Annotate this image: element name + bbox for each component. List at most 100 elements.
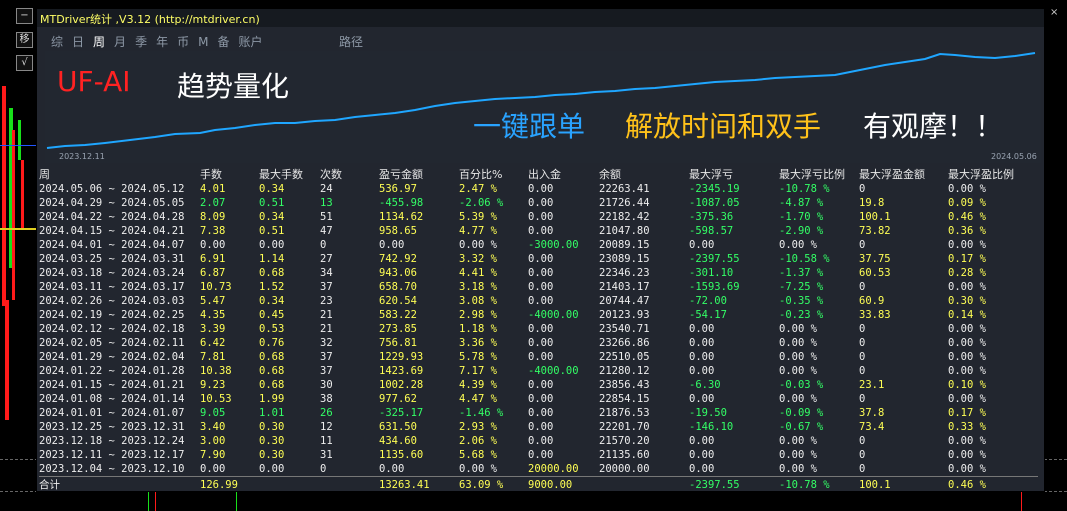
cell-week: 2024.03.11 ~ 2024.03.17 — [39, 281, 185, 293]
table-row[interactable]: 2024.02.26 ~ 2024.03.03 5.47 0.34 23 620.54 3… — [39, 294, 1038, 308]
moving-average-line — [0, 145, 36, 146]
table-row[interactable]: 2024.02.12 ~ 2024.02.18 3.39 0.53 21 273.85 1… — [39, 322, 1038, 336]
cell-max-drawdown: 0.00 — [689, 323, 715, 335]
cell-max-drawdown-pct: -0.03 % — [779, 379, 824, 391]
cell-max-floating-profit-pct: 0.17 % — [948, 253, 986, 265]
window-close-icon[interactable]: × — [1050, 7, 1058, 18]
cell-balance: 23089.15 — [599, 253, 650, 265]
cell-lots: 7.38 — [200, 225, 226, 237]
cell-percent: 0.00 % — [459, 463, 497, 475]
table-row[interactable]: 2024.03.11 ~ 2024.03.17 10.73 1.52 37 658.70… — [39, 280, 1038, 294]
cell-max-drawdown: 0.00 — [689, 351, 715, 363]
cell-max-floating-profit-pct: 0.09 % — [948, 197, 986, 209]
table-row[interactable]: 2023.12.04 ~ 2023.12.10 0.00 0.00 0 0.00 0.00… — [39, 462, 1038, 477]
table-row[interactable]: 2024.03.18 ~ 2024.03.24 6.87 0.68 34 943.06 4… — [39, 266, 1038, 280]
table-row[interactable]: 2024.03.25 ~ 2024.03.31 6.91 1.14 27 742.92 3… — [39, 252, 1038, 266]
cell-max-drawdown: -54.17 — [689, 309, 727, 321]
cell-profit: 977.62 — [379, 393, 417, 405]
table-total-row[interactable]: 合计 126.99 13263.41 63.09 % 9000.00 -2397.55 -1… — [39, 476, 1038, 492]
table-row[interactable]: 2023.12.11 ~ 2023.12.17 7.90 0.30 31 1135.60… — [39, 448, 1038, 462]
table-row[interactable]: 2024.01.08 ~ 2024.01.14 10.53 1.99 38 977.62… — [39, 392, 1038, 406]
slogan-observe: 有观摩！！ — [863, 110, 1004, 143]
cell-max-drawdown-pct: 0.00 % — [779, 393, 817, 405]
cell-week: 2023.12.11 ~ 2023.12.17 — [39, 449, 185, 461]
cell-week: 2024.03.18 ~ 2024.03.24 — [39, 267, 185, 279]
cell-max-drawdown-pct: 0.00 % — [779, 463, 817, 475]
cell-balance: 22201.70 — [599, 421, 650, 433]
tab-currency[interactable]: 币 — [177, 35, 189, 49]
col-balance[interactable]: 余额 — [599, 166, 689, 182]
cell-deposit: 0.00 — [528, 449, 554, 461]
cell-lots: 126.99 — [200, 476, 259, 492]
cell-max-drawdown: 0.00 — [689, 337, 715, 349]
cell-max-floating-profit: 37.8 — [859, 407, 885, 419]
check-button[interactable]: √ — [16, 55, 33, 71]
table-row[interactable]: 2024.01.15 ~ 2024.01.21 9.23 0.68 30 1002.28… — [39, 378, 1038, 392]
tab-path[interactable]: 路径 — [339, 33, 363, 50]
cell-balance: 21280.12 — [599, 365, 650, 377]
cell-lots: 3.40 — [200, 421, 226, 433]
cell-max-drawdown-pct: -0.09 % — [779, 407, 824, 419]
cell-max-floating-profit: 0 — [859, 463, 866, 475]
cell-max-drawdown: -301.10 — [689, 267, 734, 279]
tab-magic[interactable]: M — [198, 35, 208, 49]
window-titlebar[interactable]: MTDriver统计 ,V3.12 (http://mtdriver.cn) — [37, 9, 1044, 27]
tab-week[interactable]: 周 — [93, 35, 105, 49]
candle-bar — [21, 160, 24, 230]
tab-account[interactable]: 账户 — [238, 35, 262, 49]
cell-deposit: 9000.00 — [528, 476, 599, 492]
tab-day[interactable]: 日 — [72, 35, 84, 49]
cell-max-lots: 0.68 — [259, 365, 285, 377]
tab-quarter[interactable]: 季 — [135, 35, 147, 49]
cell-max-lots: 0.34 — [259, 211, 285, 223]
cell-max-floating-profit-pct: 0.36 % — [948, 225, 986, 237]
table-row[interactable]: 2024.04.29 ~ 2024.05.05 2.07 0.51 13 -455.98… — [39, 196, 1038, 210]
minimize-button[interactable]: − — [16, 8, 33, 24]
cell-deposit: -4000.00 — [528, 365, 579, 377]
col-week[interactable]: 周 — [39, 166, 200, 182]
col-max-floating-profit-pct[interactable]: 最大浮盈比例 — [948, 166, 1038, 182]
table-row[interactable]: 2024.04.22 ~ 2024.04.28 8.09 0.34 51 1134.62… — [39, 210, 1038, 224]
cell-percent: -2.06 % — [459, 197, 504, 209]
tab-month[interactable]: 月 — [114, 35, 126, 49]
table-row[interactable]: 2024.02.05 ~ 2024.02.11 6.42 0.76 32 756.81 3… — [39, 336, 1038, 350]
cell-percent: 5.39 % — [459, 211, 497, 223]
cell-trades: 27 — [320, 253, 333, 265]
col-max-drawdown-pct[interactable]: 最大浮亏比例 — [779, 166, 859, 182]
col-trades[interactable]: 次数 — [320, 166, 379, 182]
table-row[interactable]: 2024.01.29 ~ 2024.02.04 7.81 0.68 37 1229.93… — [39, 350, 1038, 364]
col-max-floating-profit[interactable]: 最大浮盈金额 — [859, 166, 948, 182]
table-row[interactable]: 2024.02.19 ~ 2024.02.25 4.35 0.45 21 583.22 2… — [39, 308, 1038, 322]
table-row[interactable]: 2023.12.18 ~ 2023.12.24 3.00 0.30 11 434.60 2… — [39, 434, 1038, 448]
cell-max-floating-profit: 23.1 — [859, 379, 885, 391]
cell-max-drawdown-pct: -2.90 % — [779, 225, 824, 237]
col-max-drawdown[interactable]: 最大浮亏 — [689, 166, 779, 182]
table-row[interactable]: 2023.12.25 ~ 2023.12.31 3.40 0.30 12 631.50 2… — [39, 420, 1038, 434]
cell-max-floating-profit-pct: 0.17 % — [948, 407, 986, 419]
table-row[interactable]: 2024.04.15 ~ 2024.04.21 7.38 0.51 47 958.65 4… — [39, 224, 1038, 238]
table-row[interactable]: 2024.01.22 ~ 2024.01.28 10.38 0.68 37 1423.6… — [39, 364, 1038, 378]
col-percent[interactable]: 百分比% — [459, 166, 528, 182]
tab-year[interactable]: 年 — [156, 35, 168, 49]
table-row[interactable]: 2024.05.06 ~ 2024.05.12 4.01 0.34 24 536.97 2… — [39, 182, 1038, 196]
cell-deposit: 0.00 — [528, 351, 554, 363]
cell-profit: 273.85 — [379, 323, 417, 335]
slogan-free-time: 解放时间和双手 — [625, 110, 822, 143]
col-profit[interactable]: 盈亏金额 — [379, 166, 459, 182]
move-button[interactable]: 移 — [16, 32, 33, 48]
col-deposit[interactable]: 出入金 — [528, 166, 599, 182]
cell-profit: 756.81 — [379, 337, 417, 349]
tab-summary[interactable]: 综 — [51, 35, 63, 49]
cell-profit: 1134.62 — [379, 211, 424, 223]
cell-profit: -325.17 — [379, 407, 424, 419]
cell-max-floating-profit-pct: 0.00 % — [948, 239, 986, 251]
col-lots[interactable]: 手数 — [200, 166, 259, 182]
cell-max-lots: 0.45 — [259, 309, 285, 321]
window-title: MTDriver统计 ,V3.12 (http://mtdriver.cn) — [40, 13, 260, 26]
table-row[interactable]: 2024.04.01 ~ 2024.04.07 0.00 0.00 0 0.00 0.00… — [39, 238, 1038, 252]
col-max-lots[interactable]: 最大手数 — [259, 166, 320, 182]
tab-note[interactable]: 备 — [217, 35, 229, 49]
table-row[interactable]: 2024.01.01 ~ 2024.01.07 9.05 1.01 26 -325.17… — [39, 406, 1038, 420]
cell-balance: 21876.53 — [599, 407, 650, 419]
cell-max-floating-profit-pct: 0.00 % — [948, 393, 986, 405]
